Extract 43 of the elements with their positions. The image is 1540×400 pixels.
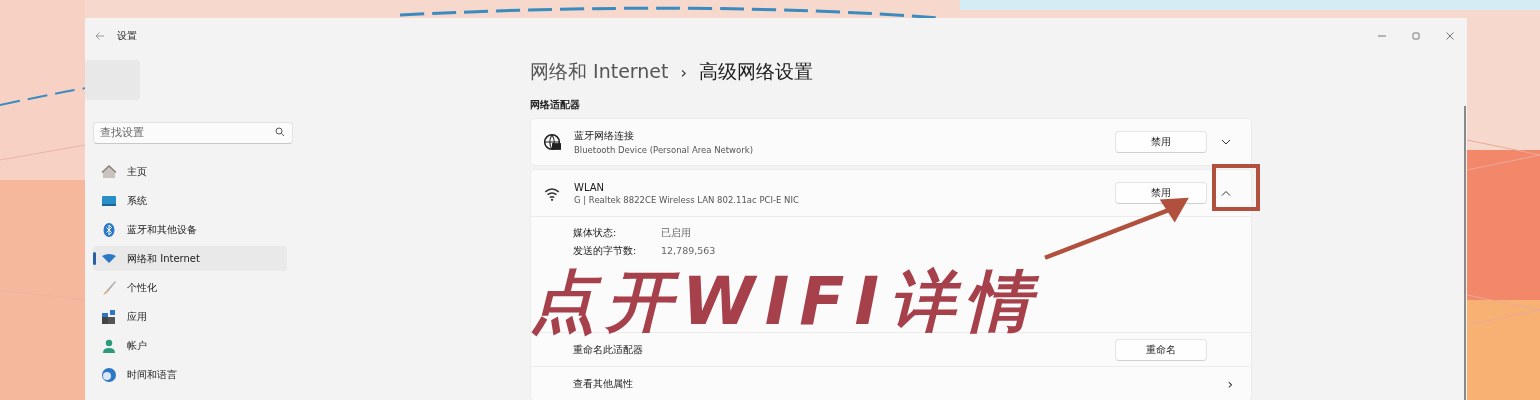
- close-icon: [1445, 31, 1455, 41]
- chevron-icon: [1221, 190, 1231, 196]
- detail-value: 12,789,563: [661, 245, 717, 258]
- adapter-name: 蓝牙网络连接: [574, 129, 635, 143]
- nav-item[interactable]: 系统: [93, 188, 287, 213]
- action-label: 查看其他属性: [573, 376, 634, 391]
- nav-item[interactable]: 时间和语言: [93, 362, 287, 387]
- nav-item[interactable]: 网络和 Internet: [93, 246, 287, 271]
- page-title: 高级网络设置: [698, 59, 813, 84]
- action-label: 重命名此适配器: [573, 342, 644, 357]
- breadcrumb-link[interactable]: 网络和 Internet: [530, 59, 669, 85]
- disable-button[interactable]: 禁用: [1115, 182, 1207, 204]
- globe-clock-icon: [101, 366, 117, 383]
- globe-icon: [543, 133, 561, 151]
- nav-item[interactable]: 主页: [93, 159, 287, 184]
- section-label: 网络适配器: [530, 98, 581, 112]
- person-icon: [101, 337, 117, 354]
- chevron-icon: [1221, 139, 1231, 145]
- apps-icon: [101, 308, 117, 325]
- breadcrumb-separator: ›: [680, 62, 687, 82]
- house-icon: [101, 163, 117, 180]
- search-icon: [275, 127, 285, 137]
- back-icon[interactable]: [95, 31, 105, 41]
- search-field[interactable]: 查找设置: [93, 121, 293, 144]
- window-title: 设置: [117, 29, 138, 43]
- scrollbar[interactable]: [1464, 106, 1466, 400]
- rename-button[interactable]: 重命名: [1115, 338, 1207, 361]
- bluetooth-icon: [101, 221, 117, 238]
- nav-item[interactable]: 帐户: [93, 333, 287, 358]
- nav-item[interactable]: 个性化: [93, 275, 287, 300]
- nav-item[interactable]: 蓝牙和其他设备: [93, 217, 287, 242]
- brush-icon: [101, 279, 117, 296]
- adapter-name: WLAN: [574, 181, 605, 193]
- disable-button[interactable]: 禁用: [1115, 131, 1207, 153]
- maximize-icon: [1411, 31, 1421, 41]
- adapter-description: Bluetooth Device (Personal Area Network): [574, 145, 754, 155]
- detail-label: 媒体状态:: [573, 227, 618, 240]
- detail-value: 已启用: [661, 227, 692, 240]
- annotation-text: 点开WIFI详情: [529, 266, 1042, 338]
- highlight-box: [1212, 164, 1260, 211]
- nav-item[interactable]: 应用: [93, 304, 287, 329]
- detail-label: 发送的字节数:: [573, 245, 638, 258]
- adapter-description: G | Realtek 8822CE Wireless LAN 802.11ac PCI-E NIC: [574, 194, 800, 205]
